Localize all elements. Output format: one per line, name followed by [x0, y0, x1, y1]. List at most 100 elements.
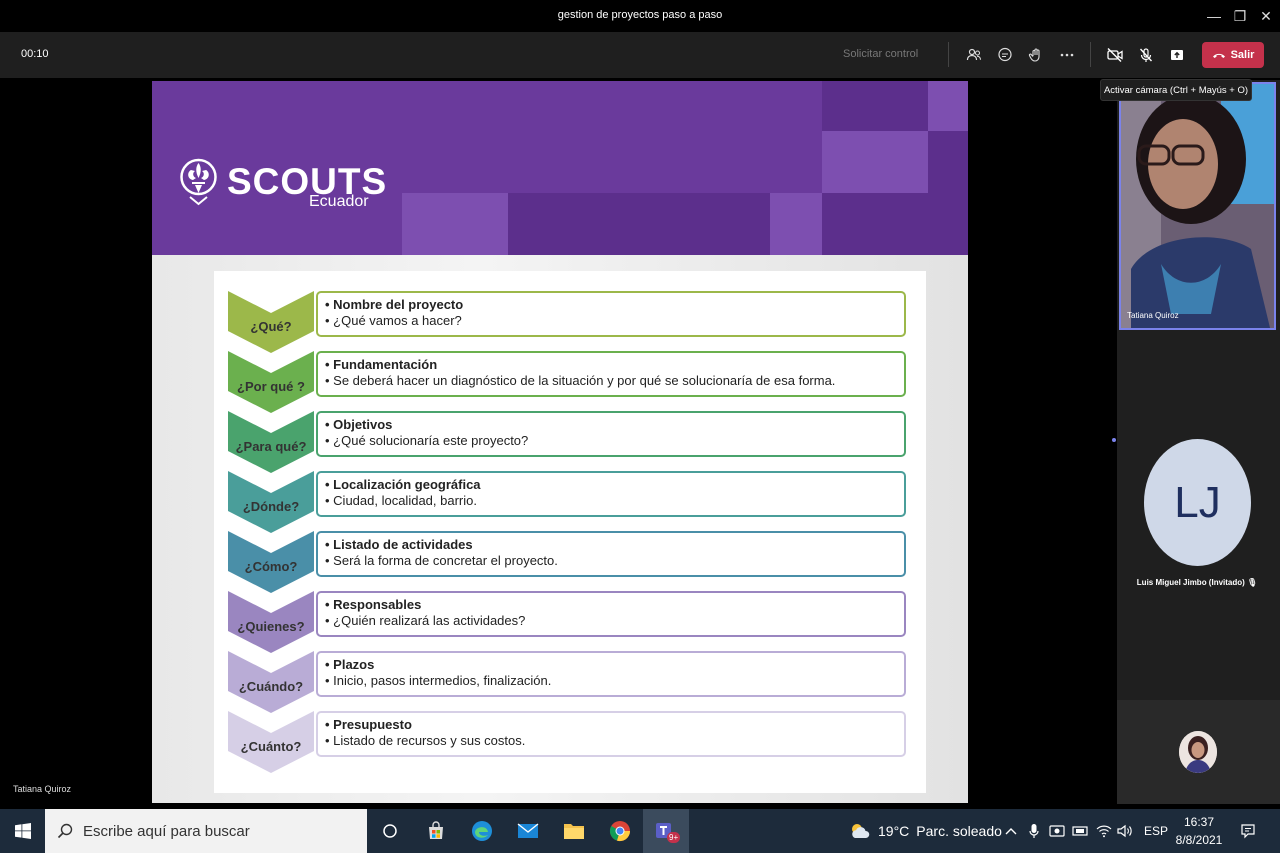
notifications-icon	[1241, 824, 1255, 839]
folder-icon	[564, 824, 584, 839]
step-box: • Responsables • ¿Quién realizará las act…	[316, 591, 906, 637]
speaker-icon	[1117, 824, 1132, 838]
header-square	[822, 131, 928, 193]
step-detail: • Se deberá hacer un diagnóstico de la s…	[325, 373, 836, 388]
chrome-app[interactable]	[597, 809, 643, 853]
mic-muted-icon: 🎙︎	[1247, 578, 1258, 587]
window-titlebar: gestion de proyectos paso a paso — ❐ ✕	[0, 0, 1280, 32]
self-avatar-image	[1179, 731, 1217, 773]
fleur-de-lis-icon	[180, 158, 217, 206]
taskbar-clock[interactable]: 16:37 8/8/2021	[1170, 813, 1228, 849]
step-box: • Objetivos • ¿Qué solucionaría este proy…	[316, 411, 906, 457]
camera-off-icon[interactable]	[1103, 43, 1127, 67]
tray-network-adapter-icon[interactable]	[1072, 809, 1088, 853]
close-button[interactable]: ✕	[1256, 6, 1276, 26]
windows-taskbar: Escribe aquí para buscar 9+ 19°C Parc. s…	[0, 809, 1280, 853]
chrome-icon	[609, 821, 631, 842]
edge-app[interactable]	[459, 809, 505, 853]
meeting-toolbar: 00:10 Solicitar control Salir	[0, 32, 1280, 78]
language-indicator[interactable]: ESP	[1144, 809, 1168, 853]
device-icon	[1072, 826, 1088, 836]
mail-app[interactable]	[505, 809, 551, 853]
share-screen-icon[interactable]	[1165, 43, 1189, 67]
leave-button-label: Salir	[1230, 49, 1255, 61]
project-step-row: ¿Para qué? • Objetivos • ¿Qué solucionaría…	[228, 411, 908, 473]
header-square	[928, 131, 968, 193]
tray-volume-icon[interactable]	[1117, 809, 1133, 853]
leave-button[interactable]: Salir	[1202, 42, 1264, 68]
start-button[interactable]	[0, 809, 45, 853]
project-steps-panel: ¿Qué? • Nombre del proyecto • ¿Qué vamos a…	[214, 271, 926, 793]
header-square	[770, 193, 822, 255]
project-step-row: ¿Por qué ? • Fundamentación • Se deberá ha…	[228, 351, 908, 413]
project-step-row: ¿Cuánto? • Presupuesto • Listado de recurs…	[228, 711, 908, 773]
store-app[interactable]	[413, 809, 459, 853]
weather-widget[interactable]: 19°C Parc. soleado	[849, 809, 1002, 853]
header-square	[822, 81, 928, 131]
request-control-button[interactable]: Solicitar control	[843, 48, 918, 60]
step-heading: • Responsables	[325, 597, 422, 612]
task-view-button[interactable]	[367, 809, 413, 853]
clock-date: 8/8/2021	[1175, 833, 1223, 847]
taskbar-search[interactable]: Escribe aquí para buscar	[45, 809, 367, 853]
wifi-icon	[1096, 825, 1112, 838]
windows-logo-icon	[14, 823, 31, 839]
step-box: • Presupuesto • Listado de recursos y sus…	[316, 711, 906, 757]
step-detail: • ¿Quién realizará las actividades?	[325, 613, 526, 628]
brand-country: Ecuador	[309, 193, 369, 210]
project-step-row: ¿Quienes? • Responsables • ¿Quién realizar…	[228, 591, 908, 653]
presenter-name-label: Tatiana Quiroz	[13, 784, 72, 794]
step-box: • Nombre del proyecto • ¿Qué vamos a hace…	[316, 291, 906, 337]
camera-tooltip: Activar cámara (Ctrl + Mayús + O)	[1100, 79, 1252, 101]
header-square	[508, 193, 770, 255]
tray-mic-icon[interactable]	[1029, 809, 1039, 853]
participants-icon[interactable]	[962, 43, 986, 67]
toolbar-divider	[1090, 42, 1091, 67]
step-question: ¿Cuándo?	[238, 679, 304, 694]
step-heading: • Presupuesto	[325, 717, 412, 732]
raise-hand-icon[interactable]	[1024, 43, 1048, 67]
mic-off-icon[interactable]	[1134, 43, 1158, 67]
teams-app[interactable]: 9+	[643, 809, 689, 853]
project-step-row: ¿Cómo? • Listado de actividades • Será la …	[228, 531, 908, 593]
header-square	[822, 193, 968, 255]
step-question: ¿Por qué ?	[237, 379, 305, 394]
header-square	[928, 81, 968, 131]
step-box: • Plazos • Inicio, pasos intermedios, fin…	[316, 651, 906, 697]
project-step-row: ¿Dónde? • Localización geográfica • Ciudad…	[228, 471, 908, 533]
header-square	[402, 193, 508, 255]
store-icon	[429, 821, 443, 839]
tray-meet-now-icon[interactable]	[1049, 809, 1065, 853]
participant-video-image	[1121, 84, 1274, 328]
step-question: ¿Para qué?	[235, 439, 307, 454]
show-hidden-icons-button[interactable]	[1005, 809, 1017, 853]
scouts-logo: SCOUTS Ecuador	[180, 155, 387, 210]
window-title: gestion de proyectos paso a paso	[557, 9, 723, 21]
file-explorer-app[interactable]	[551, 809, 597, 853]
resize-handle[interactable]	[1112, 438, 1116, 442]
more-options-icon[interactable]	[1055, 43, 1079, 67]
restore-button[interactable]: ❐	[1230, 6, 1250, 26]
step-question: ¿Dónde?	[242, 499, 300, 514]
step-question: ¿Cómo?	[244, 559, 298, 574]
step-box: • Fundamentación • Se deberá hacer un dia…	[316, 351, 906, 397]
step-detail: • Inicio, pasos intermedios, finalizació…	[325, 673, 552, 688]
step-heading: • Localización geográfica	[325, 477, 481, 492]
presentation-slide: SCOUTS Ecuador ¿Qué? • Nombre del proyect…	[152, 81, 968, 803]
self-avatar[interactable]	[1179, 731, 1217, 773]
participant-name-lj: Luis Miguel Jimbo (Invitado) 🎙︎	[1117, 578, 1277, 587]
microphone-icon	[1029, 824, 1039, 838]
minimize-button[interactable]: —	[1204, 6, 1224, 26]
step-detail: • Será la forma de concretar el proyecto…	[325, 553, 558, 568]
participant-avatar-lj[interactable]: LJ	[1144, 439, 1251, 566]
step-heading: • Listado de actividades	[325, 537, 473, 552]
tray-wifi-icon[interactable]	[1096, 809, 1112, 853]
step-question: ¿Qué?	[250, 319, 292, 334]
step-heading: • Nombre del proyecto	[325, 297, 464, 312]
weather-temp: 19°C	[878, 823, 910, 839]
step-box: • Listado de actividades • Será la forma …	[316, 531, 906, 577]
chat-icon[interactable]	[993, 43, 1017, 67]
participant-video[interactable]	[1119, 82, 1276, 330]
notifications-button[interactable]	[1240, 809, 1256, 853]
project-step-row: ¿Qué? • Nombre del proyecto • ¿Qué vamos a…	[228, 291, 908, 353]
